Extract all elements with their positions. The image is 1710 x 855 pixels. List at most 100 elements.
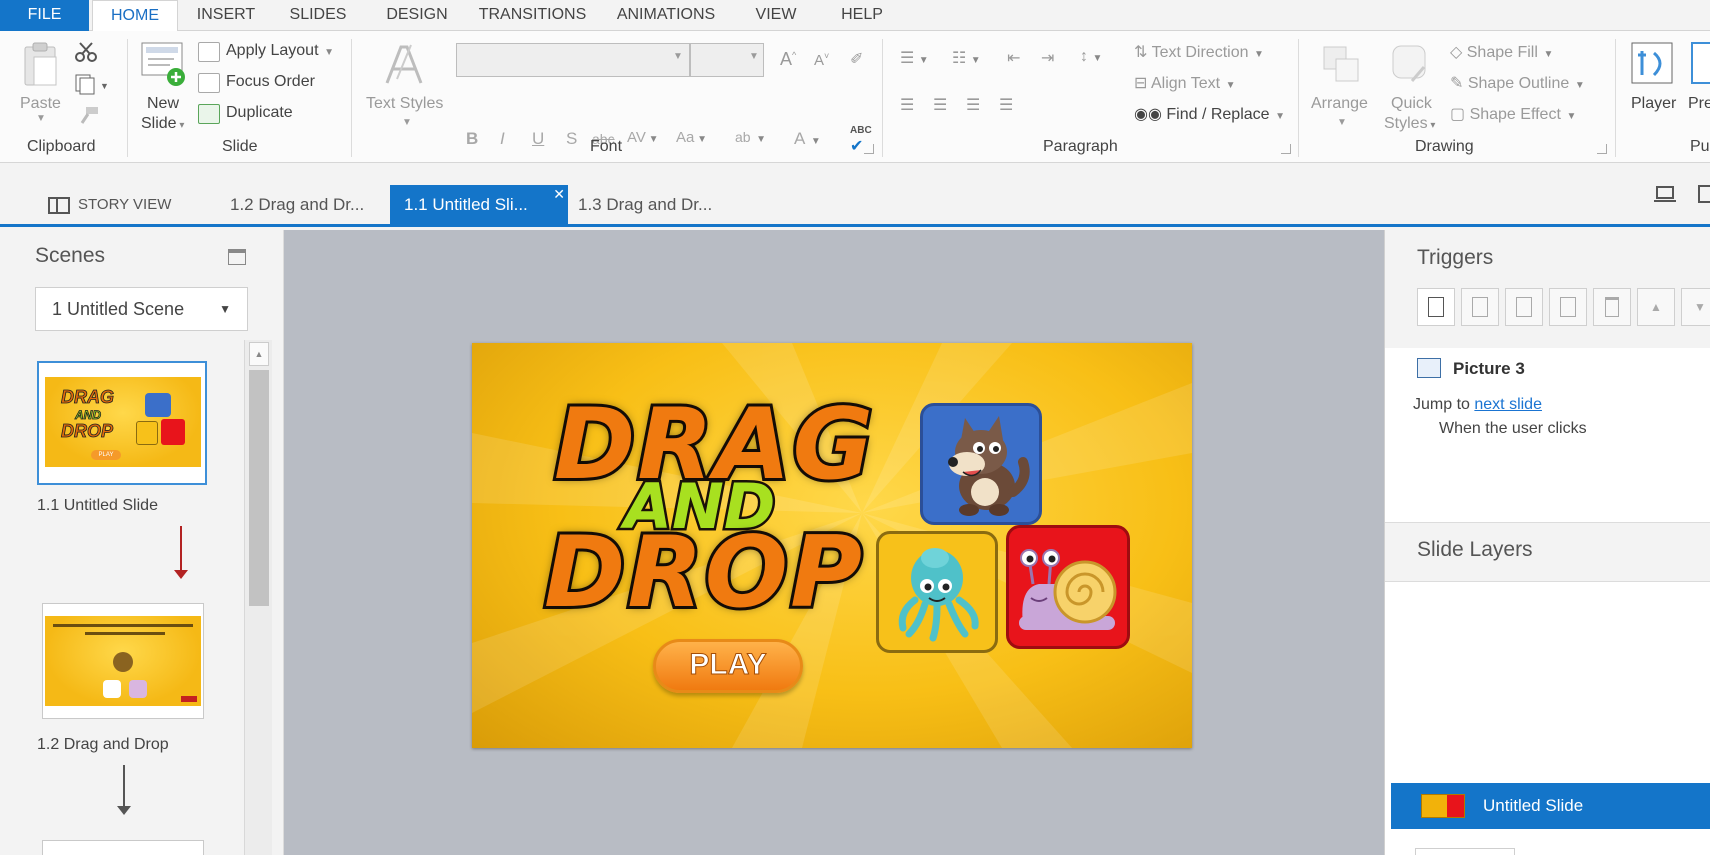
paste-icon[interactable] [22,41,60,89]
text-styles-icon[interactable] [381,41,425,87]
preview-icon[interactable] [1690,41,1710,87]
align-left-button[interactable]: ☰ [900,95,914,115]
numbering-button[interactable]: ☷ ▼ [952,48,981,68]
menu-design[interactable]: DESIGN [377,0,457,31]
trigger-object-name[interactable]: Picture 3 [1453,359,1525,379]
apply-layout-icon[interactable] [198,42,220,62]
quick-styles-icon[interactable] [1390,43,1430,85]
text-styles-button[interactable]: Text Styles [366,95,443,113]
font-family-select[interactable] [456,43,690,77]
preview-button[interactable]: Pre [1688,95,1710,113]
move-trigger-down-button[interactable]: ▼ [1681,288,1710,326]
apply-layout-button[interactable]: Apply Layout ▼ [226,42,334,60]
shape-outline-button[interactable]: ✎ Shape Outline ▼ [1450,73,1585,93]
arrange-button[interactable]: Arrange [1311,95,1368,113]
menu-animations[interactable]: ANIMATIONS [610,0,722,31]
char-spacing-button[interactable]: AV ▼ [627,129,659,146]
shadow-button[interactable]: S [566,129,577,149]
decrease-indent-button[interactable]: ⇤ [1007,48,1020,68]
copy-icon[interactable]: ▼ [74,73,110,95]
octopus-tile[interactable] [876,531,998,653]
trigger-action[interactable]: Jump to next slide [1413,396,1542,414]
tab-drag-and-drop-1-2[interactable]: 1.2 Drag and Dr... [216,185,378,224]
shrink-font-icon[interactable]: A˅ [814,51,829,69]
tab-drag-and-drop-1-3[interactable]: 1.3 Drag and Dr... [564,185,726,224]
grow-font-icon[interactable]: A^ [780,49,796,70]
wolf-tile[interactable] [920,403,1042,525]
copy-trigger-button[interactable] [1505,288,1543,326]
menu-transitions[interactable]: TRANSITIONS [475,0,590,31]
laptop-view-icon[interactable] [1654,185,1676,203]
line-spacing-button[interactable]: ↕ ▼ [1080,48,1102,66]
shape-fill-button[interactable]: ◇ Shape Fill ▼ [1450,42,1553,62]
underline-button[interactable]: U [532,129,544,149]
justify-button[interactable]: ☰ [999,95,1013,115]
player-button[interactable]: Player [1631,95,1676,113]
font-dialog-launcher[interactable] [864,144,874,154]
slide-thumbnail-1-3[interactable] [42,840,204,855]
thumbnail-scrollbar[interactable]: ▲ [244,340,272,855]
paste-trigger-button[interactable] [1549,288,1587,326]
arrange-icon[interactable] [1320,43,1364,85]
base-layer-row[interactable]: Untitled Slide [1391,783,1710,829]
delete-trigger-button[interactable] [1593,288,1631,326]
font-color-button[interactable]: A ▼ [794,129,821,149]
find-replace-button[interactable]: ◉◉ Find / Replace ▼ [1134,104,1285,124]
menu-home[interactable]: HOME [92,0,178,32]
align-center-button[interactable]: ☰ [933,95,947,115]
drawing-dialog-launcher[interactable] [1597,144,1607,154]
align-right-button[interactable]: ☰ [966,95,980,115]
edit-trigger-button[interactable] [1461,288,1499,326]
tablet-view-icon[interactable] [1698,185,1710,203]
drag-and-drop-title-art[interactable]: DRAG AND DROP [541,392,876,626]
menu-insert[interactable]: INSERT [182,0,270,31]
cut-icon[interactable] [74,41,98,63]
quick-styles-label-2[interactable]: Styles ▾ [1384,115,1435,133]
menu-help[interactable]: HELP [836,0,888,31]
bullets-button[interactable]: ☰ ▼ [900,48,929,68]
increase-indent-button[interactable]: ⇥ [1041,48,1054,68]
align-text-button[interactable]: ⊟ Align Text ▼ [1134,73,1236,93]
italic-button[interactable]: I [500,129,505,149]
scene-select[interactable]: 1 Untitled Scene ▼ [35,287,248,331]
menu-slides[interactable]: SLIDES [280,0,356,31]
play-button[interactable]: PLAY [653,639,803,693]
player-icon[interactable] [1630,41,1674,87]
slide-stage[interactable]: DRAG AND DROP PLAY [472,343,1192,748]
menu-file[interactable]: FILE [0,0,89,31]
next-slide-link[interactable]: next slide [1474,396,1542,413]
text-direction-button[interactable]: ⇅ Text Direction ▼ [1134,42,1264,62]
trigger-condition[interactable]: When the user clicks [1439,420,1587,438]
duplicate-icon[interactable] [198,104,220,124]
paste-button[interactable]: Paste [20,95,61,113]
shape-effect-button[interactable]: ▢ Shape Effect ▼ [1450,104,1576,124]
tab-story-view[interactable]: STORY VIEW [34,185,185,224]
duplicate-button[interactable]: Duplicate [226,104,293,122]
text-styles-caret-icon[interactable]: ▼ [402,117,412,128]
new-trigger-button[interactable] [1417,288,1455,326]
bold-button[interactable]: B [466,129,478,149]
scroll-up-icon[interactable]: ▲ [249,342,269,366]
menu-view[interactable]: VIEW [748,0,804,31]
new-slide-label-1[interactable]: New [147,95,179,113]
move-trigger-up-button[interactable]: ▲ [1637,288,1675,326]
paragraph-dialog-launcher[interactable] [1281,144,1291,154]
scrollbar-thumb[interactable] [249,370,269,606]
font-size-caret-icon[interactable]: ▼ [749,51,759,62]
focus-order-button[interactable]: Focus Order [226,73,315,91]
focus-order-icon[interactable] [198,73,220,93]
new-slide-icon[interactable] [140,41,188,87]
paste-caret-icon[interactable]: ▼ [36,113,46,124]
new-slide-label-2[interactable]: Slide ▾ [141,115,184,133]
font-family-caret-icon[interactable]: ▼ [673,51,683,62]
slide-thumbnail-1-1[interactable]: DRAG AND DROP PLAY [37,361,207,485]
arrange-caret-icon[interactable]: ▼ [1337,117,1347,128]
slide-thumbnail-1-2[interactable] [42,603,204,719]
format-painter-icon[interactable] [78,105,100,125]
change-case-button[interactable]: Aa ▼ [676,129,707,146]
clear-format-icon[interactable]: ✐ [850,49,863,69]
scenes-popout-icon[interactable] [228,249,246,265]
tab-untitled-slide-1-1[interactable]: 1.1 Untitled Sli... ✕ [390,185,568,224]
quick-styles-label-1[interactable]: Quick [1391,95,1432,113]
highlight-button[interactable]: ab ▼ [735,129,766,145]
